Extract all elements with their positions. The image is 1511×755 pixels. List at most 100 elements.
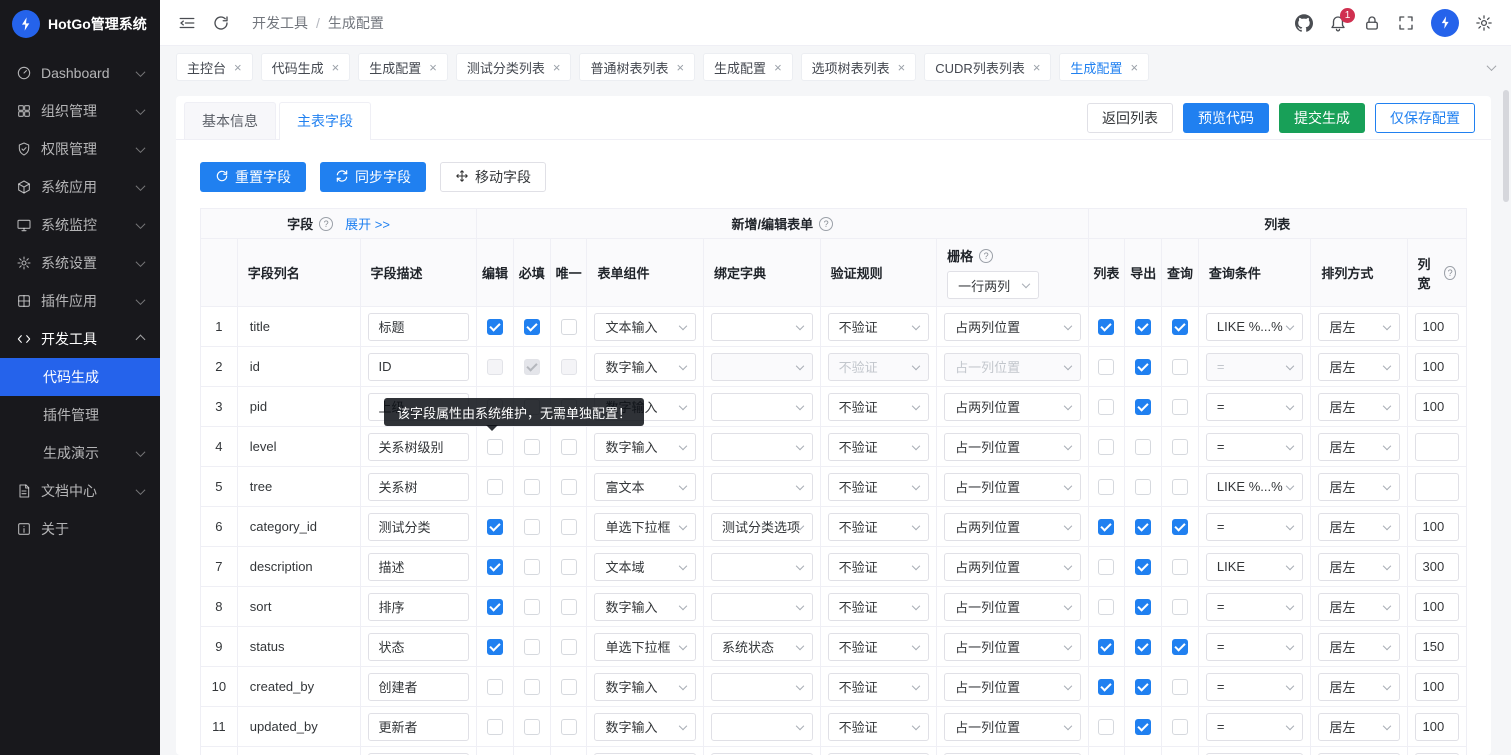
- route-tab[interactable]: 生成配置×: [1059, 53, 1149, 81]
- checkbox-unique[interactable]: [561, 639, 577, 655]
- checkbox-list[interactable]: [1098, 639, 1114, 655]
- checkbox-export[interactable]: [1135, 679, 1151, 695]
- input-width[interactable]: 150: [1415, 633, 1460, 661]
- select-comp[interactable]: 数字输入: [594, 713, 696, 741]
- checkbox-required[interactable]: [524, 519, 540, 535]
- input-desc[interactable]: 关系树: [368, 473, 470, 501]
- help-icon[interactable]: ?: [979, 249, 993, 263]
- checkbox-export[interactable]: [1135, 319, 1151, 335]
- input-desc[interactable]: 标题: [368, 313, 470, 341]
- checkbox-required[interactable]: [524, 439, 540, 455]
- select-grid[interactable]: 占一列位置: [944, 473, 1080, 501]
- close-icon[interactable]: ×: [332, 61, 340, 74]
- route-tab[interactable]: 测试分类列表×: [456, 53, 572, 81]
- select-align[interactable]: 居左: [1318, 473, 1399, 501]
- select-comp[interactable]: 数字输入: [594, 433, 696, 461]
- select-align[interactable]: 居左: [1318, 513, 1399, 541]
- select-rule[interactable]: 不验证: [828, 473, 930, 501]
- checkbox-required[interactable]: [524, 359, 540, 375]
- select-rule[interactable]: 不验证: [828, 713, 930, 741]
- select-grid[interactable]: 占两列位置: [944, 313, 1080, 341]
- input-width[interactable]: 100: [1415, 673, 1460, 701]
- close-icon[interactable]: ×: [1130, 61, 1138, 74]
- input-desc[interactable]: 状态: [368, 633, 470, 661]
- breadcrumb-section[interactable]: 开发工具: [252, 13, 308, 33]
- route-tab[interactable]: 主控台×: [176, 53, 253, 81]
- select-align[interactable]: 居左: [1318, 553, 1399, 581]
- back-to-list-button[interactable]: 返回列表: [1087, 103, 1173, 133]
- tab-basic-info[interactable]: 基本信息: [184, 102, 276, 139]
- select-grid[interactable]: 占一列位置: [944, 713, 1080, 741]
- input-width[interactable]: 100: [1415, 593, 1460, 621]
- checkbox-edit[interactable]: [487, 519, 503, 535]
- select-comp[interactable]: 数字输入: [594, 353, 696, 381]
- select-cond[interactable]: =: [1206, 393, 1303, 421]
- select-dict[interactable]: [711, 673, 813, 701]
- select-dict[interactable]: [711, 553, 813, 581]
- reset-fields-button[interactable]: 重置字段: [200, 162, 306, 192]
- page-scrollbar[interactable]: [1503, 90, 1509, 202]
- select-grid[interactable]: 占一列位置: [944, 593, 1080, 621]
- select-cond[interactable]: LIKE %...%: [1206, 313, 1303, 341]
- checkbox-list[interactable]: [1098, 719, 1114, 735]
- select-comp[interactable]: 富文本: [594, 473, 696, 501]
- select-grid[interactable]: 占一列位置: [944, 633, 1080, 661]
- input-desc[interactable]: 更新者: [368, 713, 470, 741]
- checkbox-query[interactable]: [1172, 359, 1188, 375]
- select-comp[interactable]: 数字输入: [594, 673, 696, 701]
- checkbox-edit[interactable]: [487, 319, 503, 335]
- checkbox-unique[interactable]: [561, 519, 577, 535]
- select-cond[interactable]: =: [1206, 633, 1303, 661]
- select-rule[interactable]: 不验证: [828, 633, 930, 661]
- select-align[interactable]: 居左: [1318, 433, 1399, 461]
- close-icon[interactable]: ×: [1033, 61, 1041, 74]
- sidebar-item[interactable]: 开发工具: [0, 320, 160, 358]
- select-grid[interactable]: 占两列位置: [944, 513, 1080, 541]
- checkbox-list[interactable]: [1098, 399, 1114, 415]
- checkbox-unique[interactable]: [561, 679, 577, 695]
- checkbox-export[interactable]: [1135, 719, 1151, 735]
- checkbox-required[interactable]: [524, 559, 540, 575]
- checkbox-edit[interactable]: [487, 439, 503, 455]
- select-rule[interactable]: 不验证: [828, 393, 930, 421]
- route-tab[interactable]: 代码生成×: [261, 53, 351, 81]
- checkbox-list[interactable]: [1098, 319, 1114, 335]
- sidebar-item[interactable]: 文档中心: [0, 472, 160, 510]
- route-tab[interactable]: 生成配置×: [703, 53, 793, 81]
- input-width[interactable]: [1415, 433, 1460, 461]
- input-width[interactable]: 300: [1415, 553, 1460, 581]
- checkbox-export[interactable]: [1135, 519, 1151, 535]
- select-comp[interactable]: 单选下拉框: [594, 513, 696, 541]
- route-tab[interactable]: 普通树表列表×: [579, 53, 695, 81]
- select-dict[interactable]: 系统状态: [711, 633, 813, 661]
- route-tab[interactable]: 选项树表列表×: [801, 53, 917, 81]
- input-desc[interactable]: 关系树级别: [368, 433, 470, 461]
- select-rule[interactable]: 不验证: [828, 313, 930, 341]
- select-comp[interactable]: 文本输入: [594, 313, 696, 341]
- sidebar-subitem[interactable]: 生成演示: [0, 434, 160, 472]
- select-dict[interactable]: [711, 433, 813, 461]
- checkbox-query[interactable]: [1172, 679, 1188, 695]
- sidebar-item[interactable]: 权限管理: [0, 130, 160, 168]
- select-cond[interactable]: =: [1206, 673, 1303, 701]
- checkbox-unique[interactable]: [561, 719, 577, 735]
- select-cond[interactable]: =: [1206, 353, 1303, 381]
- route-tab[interactable]: CUDR列表列表×: [924, 53, 1051, 81]
- select-align[interactable]: 居左: [1318, 393, 1399, 421]
- checkbox-export[interactable]: [1135, 359, 1151, 375]
- select-align[interactable]: 居左: [1318, 713, 1399, 741]
- sidebar-item[interactable]: 插件应用: [0, 282, 160, 320]
- select-cond[interactable]: =: [1206, 433, 1303, 461]
- sidebar-subitem[interactable]: 代码生成: [0, 358, 160, 396]
- fullscreen-icon[interactable]: [1397, 14, 1415, 32]
- select-dict[interactable]: [711, 713, 813, 741]
- select-cond[interactable]: LIKE %...%: [1206, 473, 1303, 501]
- select-dict[interactable]: 测试分类选项: [711, 513, 813, 541]
- checkbox-query[interactable]: [1172, 559, 1188, 575]
- checkbox-query[interactable]: [1172, 399, 1188, 415]
- select-rule[interactable]: 不验证: [828, 593, 930, 621]
- checkbox-unique[interactable]: [561, 599, 577, 615]
- checkbox-query[interactable]: [1172, 319, 1188, 335]
- checkbox-export[interactable]: [1135, 639, 1151, 655]
- select-comp[interactable]: 单选下拉框: [594, 633, 696, 661]
